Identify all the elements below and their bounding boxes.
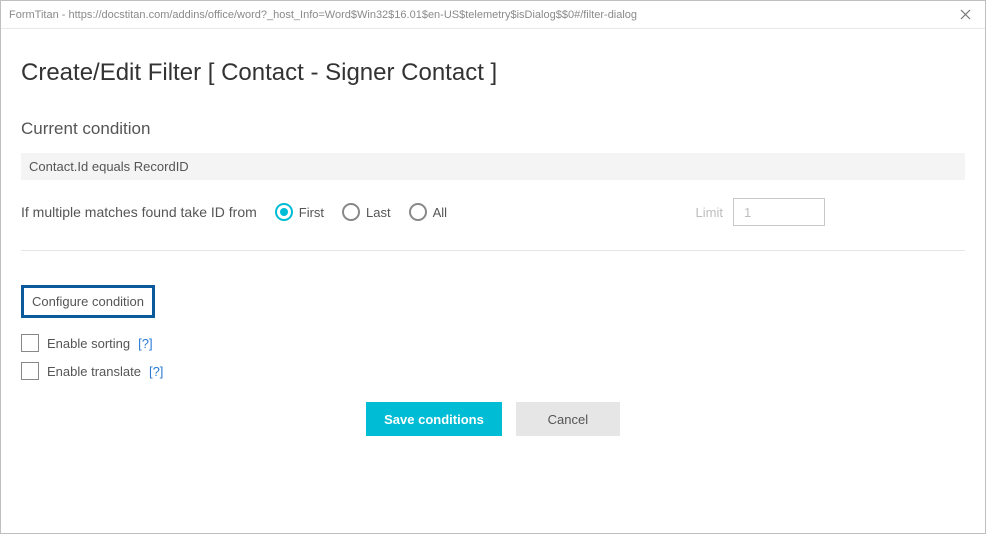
titlebar-text: FormTitan - https://docstitan.com/addins… (9, 9, 953, 21)
radio-all[interactable]: All (409, 203, 447, 221)
enable-translate-row: Enable translate [?] (21, 362, 965, 380)
condition-expression: Contact.Id equals RecordID (21, 153, 965, 180)
enable-sorting-label: Enable sorting (47, 336, 130, 351)
radio-last-label: Last (366, 205, 391, 220)
page-title: Create/Edit Filter [ Contact - Signer Co… (21, 59, 965, 87)
current-condition-heading: Current condition (21, 119, 965, 139)
save-conditions-button[interactable]: Save conditions (366, 402, 502, 436)
dialog-body: Create/Edit Filter [ Contact - Signer Co… (1, 29, 985, 533)
close-icon[interactable] (953, 3, 977, 27)
radio-first[interactable]: First (275, 203, 324, 221)
cancel-button[interactable]: Cancel (516, 402, 620, 436)
enable-translate-checkbox[interactable] (21, 362, 39, 380)
multi-match-row: If multiple matches found take ID from F… (21, 198, 965, 251)
multi-match-label: If multiple matches found take ID from (21, 204, 257, 220)
radio-icon (409, 203, 427, 221)
enable-translate-help[interactable]: [?] (149, 364, 163, 379)
button-row: Save conditions Cancel (21, 402, 965, 436)
radio-icon (275, 203, 293, 221)
limit-label: Limit (696, 205, 723, 220)
titlebar: FormTitan - https://docstitan.com/addins… (1, 1, 985, 29)
enable-sorting-row: Enable sorting [?] (21, 334, 965, 352)
enable-translate-label: Enable translate (47, 364, 141, 379)
multi-match-radio-group: First Last All (275, 203, 447, 221)
limit-input[interactable] (733, 198, 825, 226)
radio-icon (342, 203, 360, 221)
dialog-window: FormTitan - https://docstitan.com/addins… (0, 0, 986, 534)
enable-sorting-help[interactable]: [?] (138, 336, 152, 351)
limit-wrap: Limit (696, 198, 825, 226)
radio-last[interactable]: Last (342, 203, 391, 221)
enable-sorting-checkbox[interactable] (21, 334, 39, 352)
configure-condition-button[interactable]: Configure condition (21, 285, 155, 318)
radio-first-label: First (299, 205, 324, 220)
radio-all-label: All (433, 205, 447, 220)
